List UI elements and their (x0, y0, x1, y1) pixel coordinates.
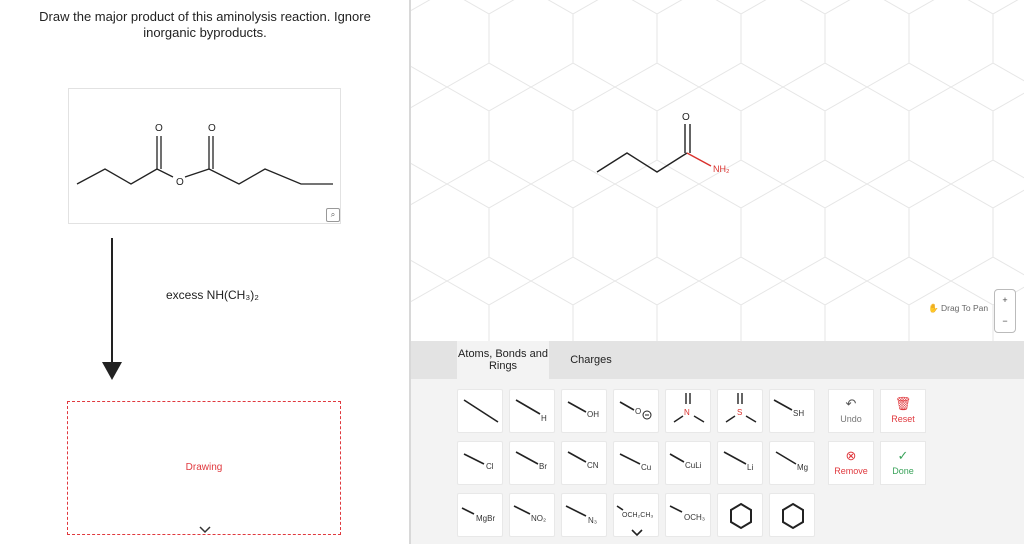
undo-icon: ↶ (845, 396, 857, 411)
tool-oxide[interactable]: O (613, 389, 659, 433)
tool-nitro[interactable]: NO₂ (509, 493, 555, 537)
tool-lithium[interactable]: Li (717, 441, 763, 485)
tool-magnesium[interactable]: Mg (769, 441, 815, 485)
tool-cyano[interactable]: CN (561, 441, 607, 485)
benzene-icon (730, 502, 752, 530)
tool-ethoxy[interactable]: OCH₂CH₃ (613, 493, 659, 537)
cyclohexane-icon (782, 502, 804, 530)
tab-charges[interactable]: Charges (561, 341, 621, 379)
done-button[interactable]: ✓ Done (880, 441, 926, 485)
reagent-label: excess NH(CH₃)₂ (166, 288, 259, 302)
checkmark-icon: ✓ (897, 448, 909, 463)
zoom-control: + − (994, 289, 1016, 333)
hand-icon: ✋ (928, 303, 939, 313)
canvas-oxygen: O (682, 112, 690, 123)
hex-grid: O NH₂ (411, 0, 1024, 341)
trash-icon: 🗑 (894, 396, 912, 411)
remove-icon: ⊗ (845, 448, 857, 463)
reaction-arrow (102, 238, 122, 380)
carbonyl-oxygen-2: O (208, 123, 216, 134)
carbonyl-oxygen-1: O (155, 123, 163, 134)
bridging-oxygen: O (176, 177, 184, 188)
tool-thiol[interactable]: SH (769, 389, 815, 433)
canvas-amine: NH₂ (713, 164, 730, 174)
drawing-canvas[interactable]: O NH₂ (411, 0, 1024, 341)
tool-benzene-ring[interactable] (717, 493, 763, 537)
drag-to-pan[interactable]: ✋ Drag To Pan (928, 303, 988, 314)
tool-sulfoxide[interactable]: S (717, 389, 763, 433)
chevron-down-icon[interactable] (199, 526, 211, 534)
zoom-out-button[interactable]: − (995, 311, 1015, 332)
tool-cuprate[interactable]: CuLi (665, 441, 711, 485)
tool-single-bond[interactable] (457, 389, 503, 433)
tool-palette: Atoms, Bonds and Rings Charges H OH O N … (411, 341, 1024, 544)
product-drawing-area[interactable]: Drawing (67, 401, 341, 535)
tab-atoms-bonds-rings[interactable]: Atoms, Bonds and Rings (457, 341, 549, 379)
tab-bar: Atoms, Bonds and Rings Charges (411, 341, 1024, 379)
tool-magnesium-bromide[interactable]: MgBr (457, 493, 503, 537)
tool-hydrogen[interactable]: H (509, 389, 555, 433)
tool-copper[interactable]: Cu (613, 441, 659, 485)
tool-imine[interactable]: N (665, 389, 711, 433)
question-panel: Draw the major product of this aminolysi… (0, 0, 409, 544)
tool-methoxy[interactable]: OCH₃ (665, 493, 711, 537)
tool-hydroxyl[interactable]: OH (561, 389, 607, 433)
tool-cyclohexane-ring[interactable] (769, 493, 815, 537)
tool-bromine[interactable]: Br (509, 441, 555, 485)
tool-chlorine[interactable]: Cl (457, 441, 503, 485)
magnifier-icon[interactable]: ⌕ (326, 208, 340, 222)
question-text: Draw the major product of this aminolysi… (39, 9, 371, 40)
undo-button[interactable]: ↶ Undo (828, 389, 874, 433)
anhydride-structure: O O O (76, 123, 333, 188)
tool-azide[interactable]: N₃ (561, 493, 607, 537)
pan-label: Drag To Pan (940, 303, 989, 313)
remove-button[interactable]: ⊗ Remove (828, 441, 874, 485)
reset-button[interactable]: 🗑 Reset (880, 389, 926, 433)
drawing-placeholder: Drawing (185, 462, 223, 473)
zoom-in-button[interactable]: + (995, 290, 1015, 311)
reactant-structure: O O O (68, 88, 341, 224)
